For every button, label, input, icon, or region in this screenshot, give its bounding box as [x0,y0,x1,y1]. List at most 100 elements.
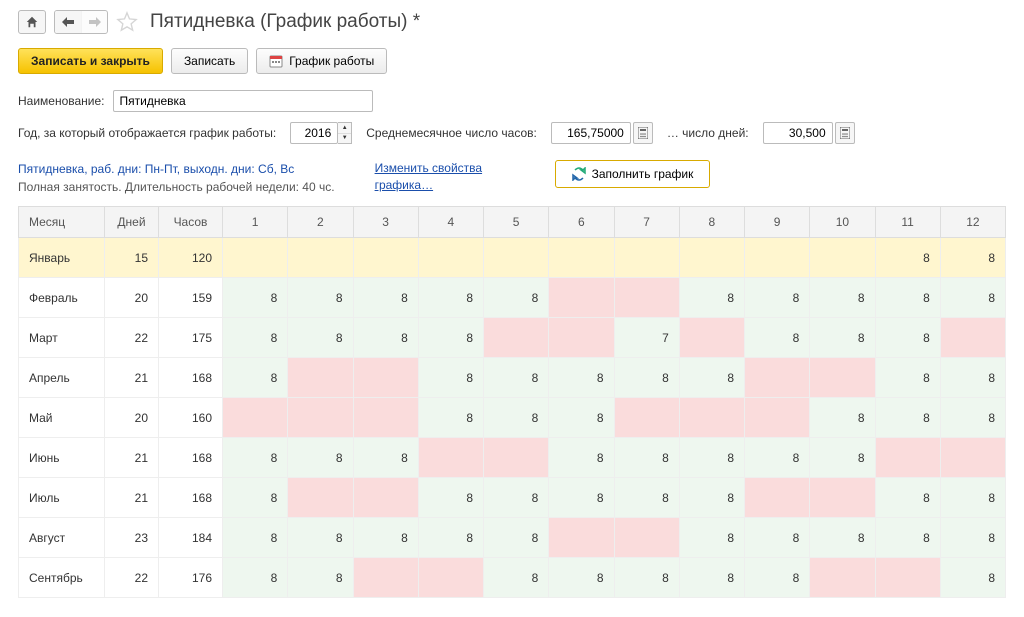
cell-day[interactable]: 8 [940,358,1005,398]
cell-day[interactable]: 8 [418,518,483,558]
col-day-10[interactable]: 10 [810,207,875,238]
cell-day[interactable] [940,318,1005,358]
cell-day[interactable]: 8 [875,398,940,438]
cell-month[interactable]: Март [19,318,105,358]
cell-day[interactable] [353,558,418,598]
cell-day[interactable]: 8 [223,278,288,318]
cell-hours[interactable]: 168 [159,438,223,478]
cell-day[interactable]: 8 [614,558,679,598]
year-spinner[interactable]: ▲ ▼ [338,122,352,144]
table-row[interactable]: Апрель2116888888888 [19,358,1006,398]
cell-day[interactable]: 7 [614,318,679,358]
cell-day[interactable]: 8 [418,318,483,358]
cell-day[interactable] [549,318,614,358]
cell-day[interactable]: 8 [288,318,353,358]
cell-days[interactable]: 22 [105,558,159,598]
avg-days-calc-button[interactable] [835,122,855,144]
cell-days[interactable]: 15 [105,238,159,278]
cell-day[interactable]: 8 [745,278,810,318]
cell-day[interactable]: 8 [679,518,744,558]
col-days[interactable]: Дней [105,207,159,238]
cell-day[interactable]: 8 [484,278,549,318]
cell-day[interactable]: 8 [223,358,288,398]
cell-day[interactable]: 8 [223,438,288,478]
cell-day[interactable] [745,238,810,278]
year-input[interactable] [290,122,338,144]
cell-days[interactable]: 20 [105,398,159,438]
col-day-4[interactable]: 4 [418,207,483,238]
cell-day[interactable] [875,438,940,478]
cell-day[interactable] [679,398,744,438]
save-and-close-button[interactable]: Записать и закрыть [18,48,163,74]
cell-days[interactable]: 21 [105,478,159,518]
cell-days[interactable]: 22 [105,318,159,358]
save-button[interactable]: Записать [171,48,248,74]
cell-month[interactable]: Апрель [19,358,105,398]
cell-day[interactable]: 8 [549,358,614,398]
cell-day[interactable]: 8 [549,398,614,438]
cell-day[interactable] [679,238,744,278]
cell-day[interactable]: 8 [679,438,744,478]
cell-day[interactable]: 8 [353,438,418,478]
home-button[interactable] [18,10,46,34]
cell-day[interactable]: 8 [940,478,1005,518]
cell-day[interactable] [549,278,614,318]
table-row[interactable]: Август231848888888888 [19,518,1006,558]
cell-month[interactable]: Май [19,398,105,438]
cell-day[interactable]: 8 [875,478,940,518]
cell-day[interactable]: 8 [288,518,353,558]
cell-day[interactable] [353,398,418,438]
cell-day[interactable] [614,238,679,278]
cell-day[interactable] [549,518,614,558]
cell-month[interactable]: Июнь [19,438,105,478]
cell-month[interactable]: Сентябрь [19,558,105,598]
cell-day[interactable] [614,278,679,318]
cell-day[interactable] [875,558,940,598]
schedule-button[interactable]: График работы [256,48,387,74]
col-day-11[interactable]: 11 [875,207,940,238]
cell-day[interactable]: 8 [353,518,418,558]
cell-day[interactable]: 8 [549,558,614,598]
col-day-7[interactable]: 7 [614,207,679,238]
cell-days[interactable]: 23 [105,518,159,558]
nav-back-button[interactable] [55,11,81,33]
cell-month[interactable]: Февраль [19,278,105,318]
cell-day[interactable]: 8 [418,358,483,398]
table-row[interactable]: Февраль201598888888888 [19,278,1006,318]
cell-day[interactable]: 8 [418,398,483,438]
col-day-2[interactable]: 2 [288,207,353,238]
cell-day[interactable]: 8 [745,318,810,358]
cell-day[interactable]: 8 [810,318,875,358]
cell-day[interactable] [418,438,483,478]
cell-hours[interactable]: 159 [159,278,223,318]
cell-day[interactable]: 8 [484,518,549,558]
cell-day[interactable]: 8 [875,238,940,278]
cell-month[interactable]: Июль [19,478,105,518]
cell-day[interactable]: 8 [549,478,614,518]
cell-day[interactable] [940,438,1005,478]
cell-day[interactable] [288,478,353,518]
cell-day[interactable]: 8 [875,318,940,358]
cell-hours[interactable]: 120 [159,238,223,278]
cell-day[interactable]: 8 [679,278,744,318]
cell-day[interactable]: 8 [484,478,549,518]
col-hours[interactable]: Часов [159,207,223,238]
cell-day[interactable] [484,318,549,358]
cell-day[interactable]: 8 [810,438,875,478]
cell-day[interactable]: 8 [875,358,940,398]
cell-days[interactable]: 21 [105,358,159,398]
table-row[interactable]: Март2217588887888 [19,318,1006,358]
cell-day[interactable] [745,358,810,398]
fill-schedule-button[interactable]: Заполнить график [555,160,711,188]
cell-hours[interactable]: 175 [159,318,223,358]
cell-day[interactable]: 8 [288,558,353,598]
cell-day[interactable] [679,318,744,358]
cell-day[interactable]: 8 [288,278,353,318]
cell-hours[interactable]: 160 [159,398,223,438]
cell-day[interactable]: 8 [745,438,810,478]
cell-month[interactable]: Январь [19,238,105,278]
cell-days[interactable]: 20 [105,278,159,318]
cell-day[interactable]: 8 [875,518,940,558]
cell-day[interactable]: 8 [288,438,353,478]
avg-hours-input[interactable] [551,122,631,144]
